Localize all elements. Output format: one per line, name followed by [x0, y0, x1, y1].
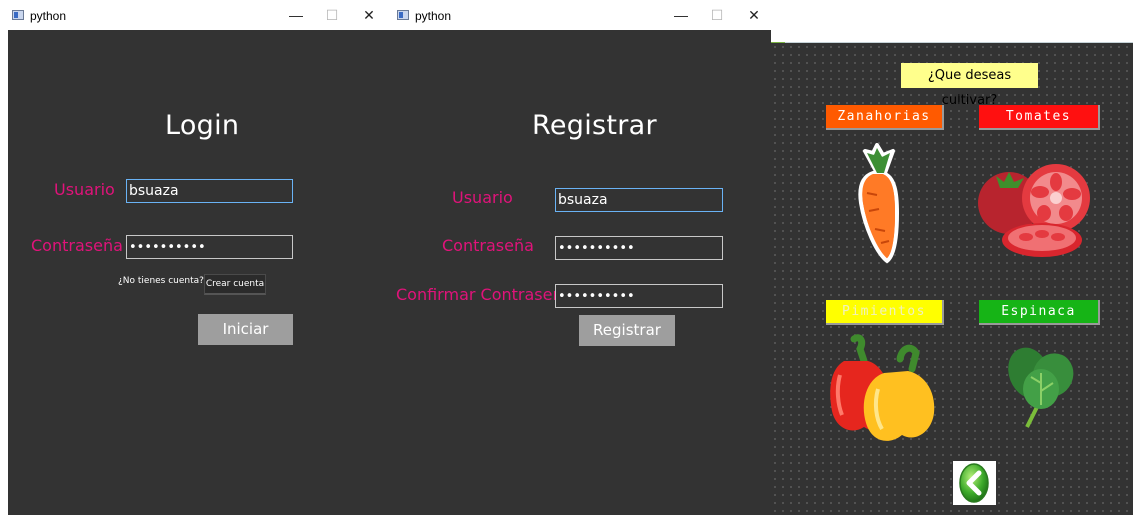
- window-title: python: [415, 9, 452, 23]
- pepper-button[interactable]: Pimientos: [826, 300, 944, 325]
- no-account-text: ¿No tienes cuenta?: [118, 276, 204, 286]
- maximize-button[interactable]: ☐: [697, 3, 737, 27]
- login-button[interactable]: Iniciar: [198, 314, 293, 345]
- tomato-button[interactable]: Tomates: [979, 105, 1100, 130]
- password-label: Contraseña: [31, 236, 123, 255]
- spinach-button[interactable]: Espinaca: [979, 300, 1100, 325]
- crops-window: ¿Que deseas cultivar? Zanahorias Tomates…: [771, 43, 1133, 515]
- username-label: Usuario: [54, 180, 115, 199]
- window-title: python: [30, 9, 67, 23]
- python-app-icon: [12, 10, 24, 20]
- password-field[interactable]: [126, 235, 293, 259]
- maximize-button[interactable]: ☐: [312, 3, 352, 27]
- login-window: python — ☐ ✕ Login Usuario Contraseña ¿N…: [0, 0, 386, 515]
- minimize-button[interactable]: —: [276, 3, 316, 27]
- register-window: python — ☐ ✕ Registrar Usuario Contraseñ…: [385, 0, 771, 515]
- back-button[interactable]: [953, 461, 996, 505]
- question-label: ¿Que deseas cultivar?: [901, 63, 1038, 108]
- python-app-icon: [397, 10, 409, 20]
- back-arrow-icon: [959, 463, 989, 503]
- tomato-image[interactable]: [974, 158, 1104, 263]
- password-field[interactable]: [555, 236, 723, 260]
- carrot-button[interactable]: Zanahorias: [826, 105, 944, 130]
- create-account-button[interactable]: Crear cuenta: [204, 274, 266, 295]
- confirm-password-field[interactable]: [555, 284, 723, 308]
- password-label: Contraseña: [442, 236, 534, 255]
- username-field[interactable]: [126, 179, 293, 203]
- confirm-password-label: Confirmar Contraseña: [396, 285, 573, 304]
- login-titlebar[interactable]: python — ☐ ✕: [0, 0, 386, 30]
- register-button[interactable]: Registrar: [579, 315, 675, 346]
- page-title: Login: [165, 110, 240, 141]
- register-titlebar[interactable]: python — ☐ ✕: [385, 0, 771, 30]
- close-button[interactable]: ✕: [349, 3, 389, 27]
- page-title: Registrar: [532, 110, 657, 141]
- close-button[interactable]: ✕: [734, 3, 774, 27]
- minimize-button[interactable]: —: [661, 3, 701, 27]
- carrot-image[interactable]: [837, 143, 917, 268]
- login-client-area: [8, 30, 386, 515]
- pepper-image[interactable]: [824, 331, 942, 449]
- username-label: Usuario: [452, 188, 513, 207]
- spinach-image[interactable]: [1001, 343, 1081, 433]
- register-client-area: [385, 30, 771, 515]
- username-field[interactable]: [555, 188, 723, 212]
